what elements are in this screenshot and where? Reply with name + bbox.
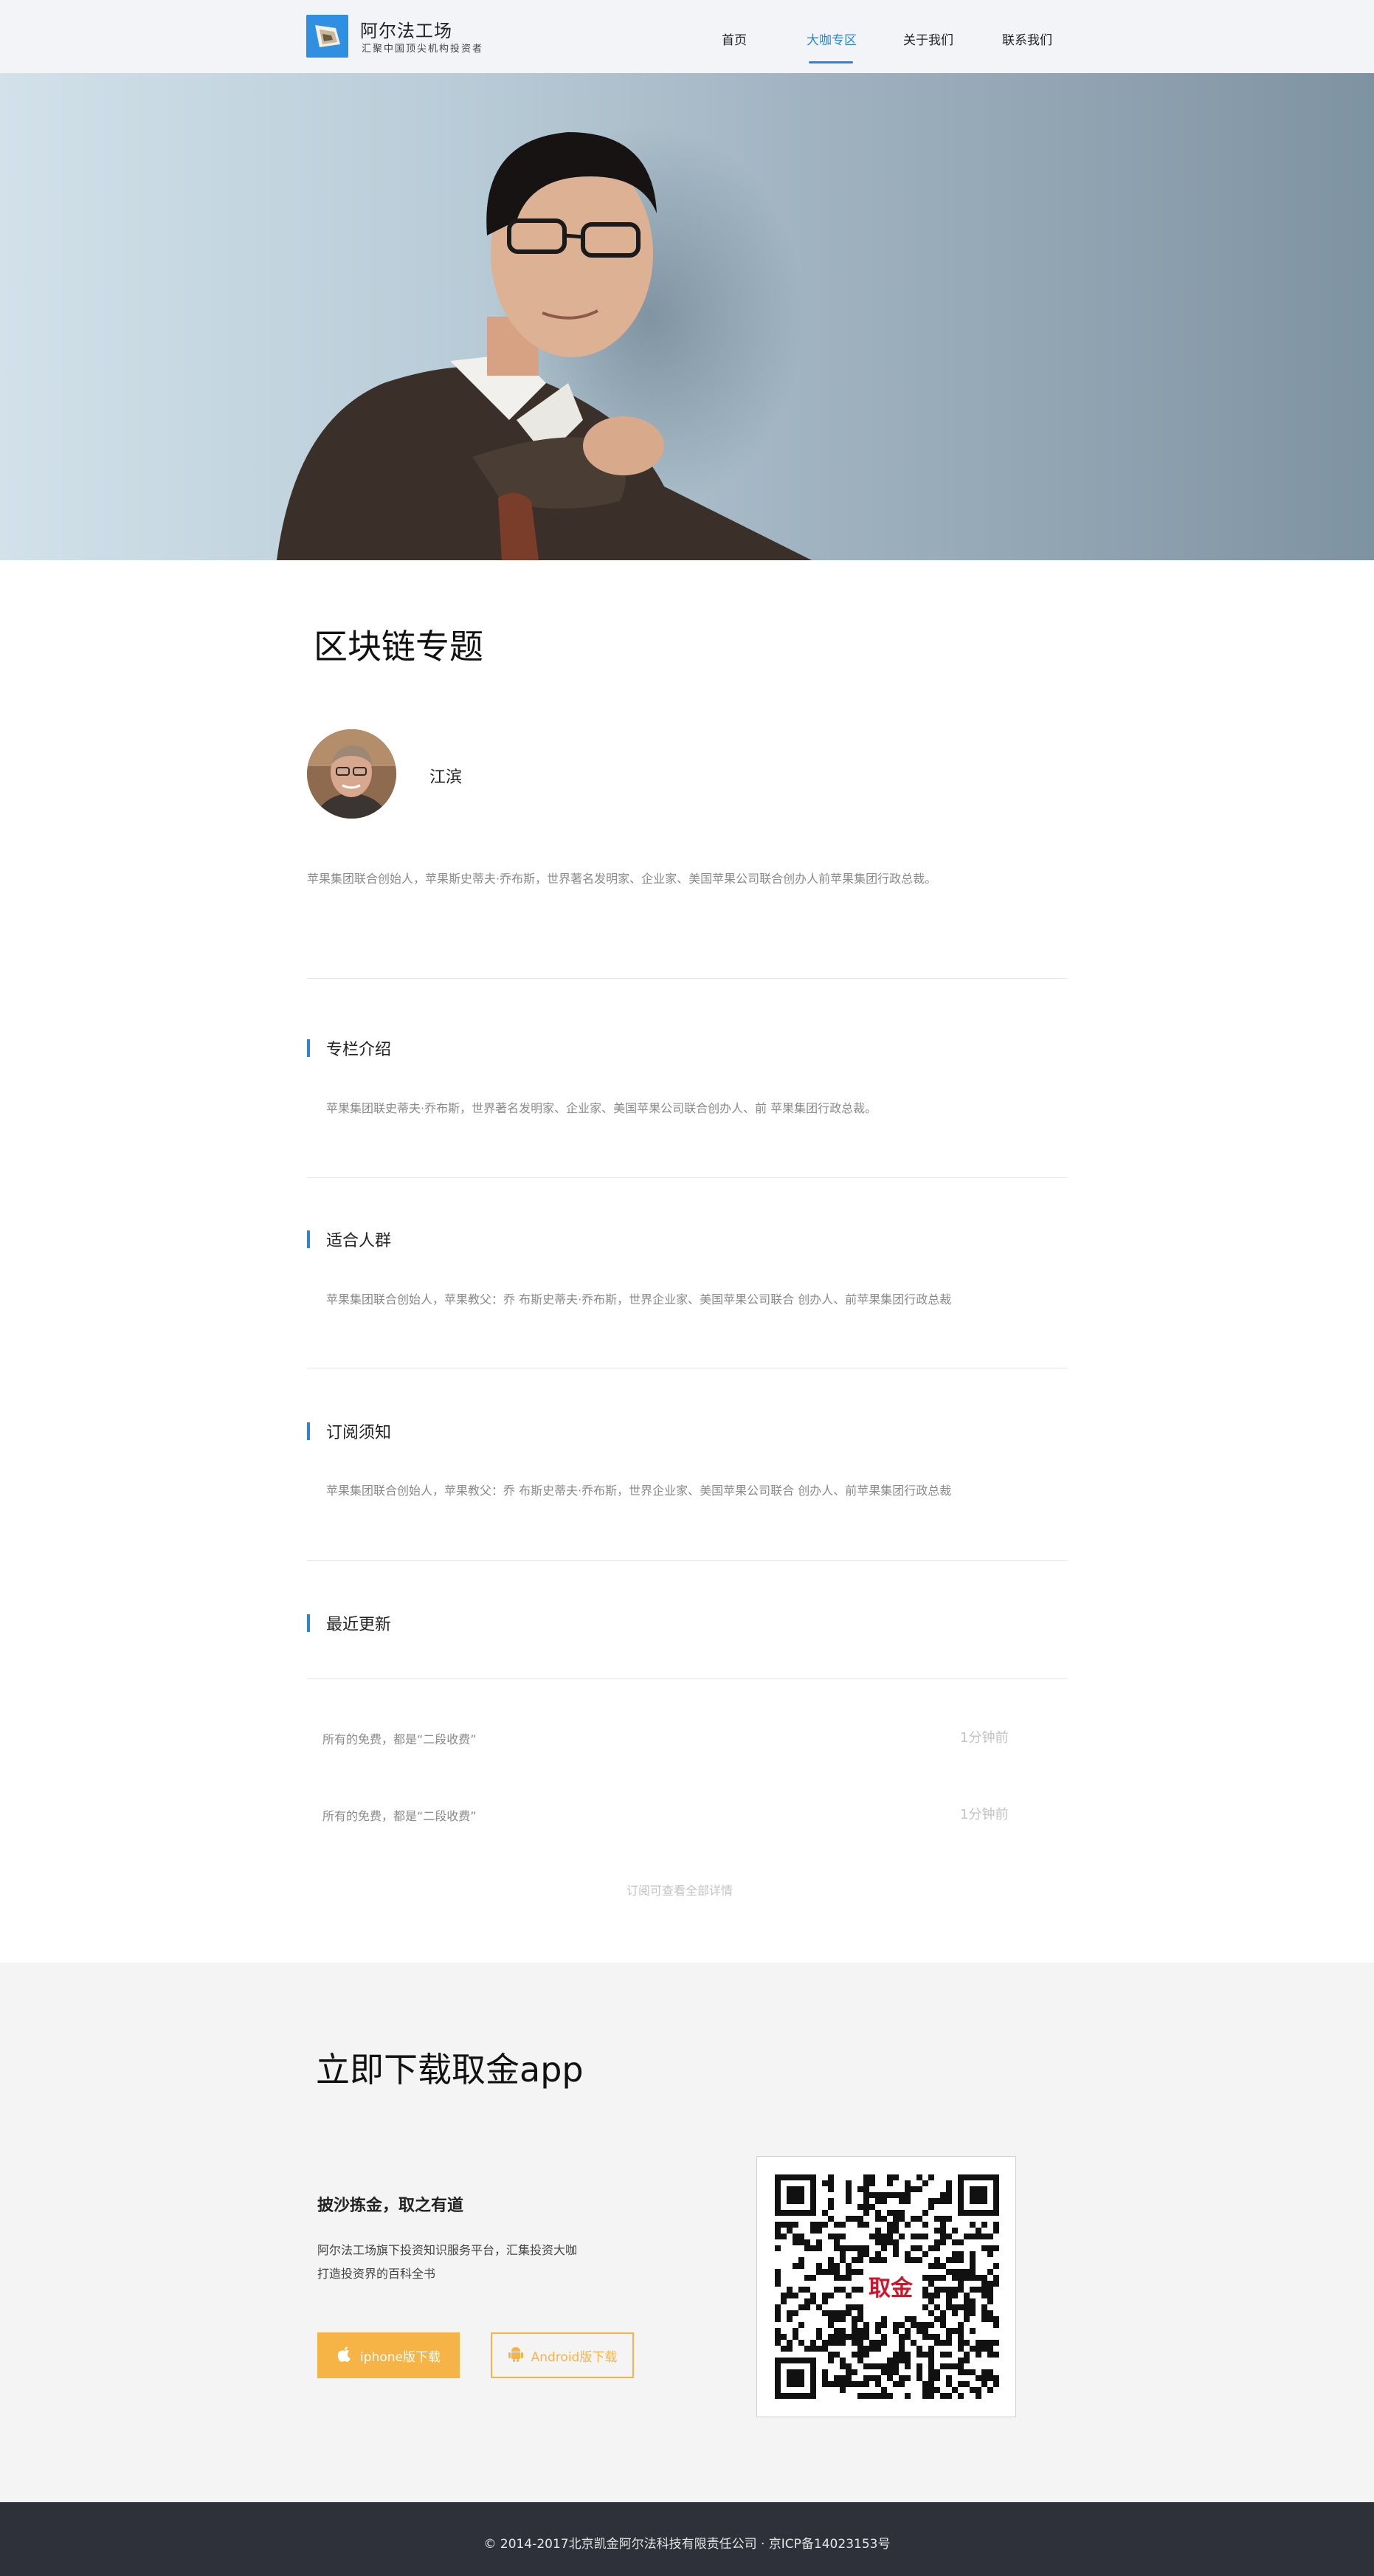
brand-name: 阿尔法工场 (360, 21, 452, 41)
nav-home[interactable]: 首页 (722, 30, 747, 48)
author-avatar (307, 729, 396, 819)
download-desc-line-2: 打造投资界的百科全书 (317, 2267, 436, 2281)
section-title-intro: 专栏介绍 (326, 1041, 392, 1059)
section-marker (307, 1614, 310, 1632)
apple-icon (336, 2345, 353, 2366)
divider (307, 1560, 1067, 1561)
divider (307, 1177, 1067, 1178)
copyright-text: © 2014-2017北京凯金阿尔法科技有限责任公司 · 京ICP备140231… (483, 2537, 891, 2552)
nav-contact[interactable]: 联系我们 (1002, 30, 1052, 48)
divider (307, 1678, 1067, 1679)
update-title[interactable]: 所有的免费，都是“二段收费” (322, 1806, 477, 1824)
section-marker (307, 1230, 310, 1248)
brand-subtitle: 汇聚中国顶尖机构投资者 (362, 44, 484, 55)
section-text-audience: 苹果集团联合创始人，苹果教父：乔 布斯史蒂夫·乔布斯，世界企业家、美国苹果公司联… (326, 1292, 952, 1306)
section-text-intro: 苹果集团联史蒂夫·乔布斯，世界著名发明家、企业家、美国苹果公司联合创办人、前 苹… (326, 1101, 877, 1115)
hero-banner (0, 73, 1374, 560)
divider (307, 978, 1067, 979)
section-title-notice: 订阅须知 (326, 1424, 392, 1442)
site-footer: © 2014-2017北京凯金阿尔法科技有限责任公司 · 京ICP备140231… (0, 2502, 1374, 2576)
nav-active-indicator (809, 61, 853, 63)
section-title-updates: 最近更新 (326, 1616, 392, 1634)
iphone-download-label: iphone版下载 (360, 2349, 441, 2365)
android-download-button[interactable]: Android版下载 (491, 2332, 634, 2378)
android-download-label: Android版下载 (531, 2349, 618, 2365)
qr-code: 取金 (756, 2156, 1016, 2417)
section-marker (307, 1039, 310, 1057)
download-slogan: 披沙拣金，取之有道 (317, 2197, 464, 2215)
download-desc-line-1: 阿尔法工场旗下投资知识服务平台，汇集投资大咖 (317, 2243, 578, 2257)
author-name: 江滨 (429, 768, 463, 787)
update-time: 1分钟前 (960, 1807, 1009, 1822)
logo-icon[interactable] (306, 15, 348, 58)
nav-experts[interactable]: 大咖专区 (807, 30, 857, 48)
update-time: 1分钟前 (960, 1730, 1009, 1746)
android-icon (508, 2345, 524, 2366)
section-title-audience: 适合人群 (326, 1232, 392, 1250)
site-header: 阿尔法工场 汇聚中国顶尖机构投资者 首页 大咖专区 关于我们 联系我们 (0, 0, 1374, 73)
download-title: 立即下载取金app (316, 2050, 584, 2090)
section-marker (307, 1422, 310, 1440)
page-title: 区块链专题 (314, 627, 483, 667)
qr-badge-logo: 取金 (864, 2265, 917, 2307)
hero-portrait-image (277, 125, 812, 560)
iphone-download-button[interactable]: iphone版下载 (317, 2332, 460, 2378)
nav-about[interactable]: 关于我们 (903, 30, 953, 48)
download-section (0, 1963, 1374, 2502)
section-text-notice: 苹果集团联合创始人，苹果教父：乔 布斯史蒂夫·乔布斯，世界企业家、美国苹果公司联… (326, 1484, 952, 1498)
subscribe-more-link[interactable]: 订阅可查看全部详情 (626, 1881, 733, 1898)
author-description: 苹果集团联合创始人，苹果斯史蒂夫·乔布斯，世界著名发明家、企业家、美国苹果公司联… (307, 872, 937, 886)
update-title[interactable]: 所有的免费，都是“二段收费” (322, 1729, 477, 1747)
